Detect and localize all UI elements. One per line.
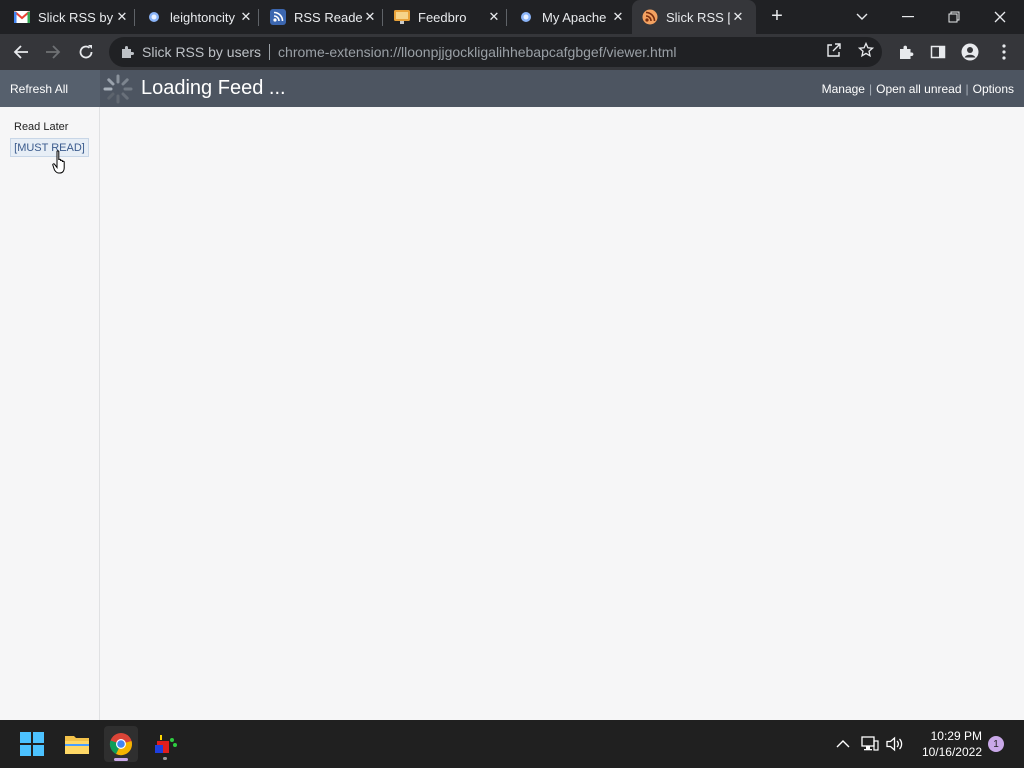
link-separator: |	[868, 82, 873, 96]
reload-icon[interactable]	[73, 39, 99, 65]
side-panel-icon[interactable]	[925, 39, 951, 65]
back-arrow-icon[interactable]	[8, 39, 34, 65]
windows-taskbar: 10:29 PM 10/16/2022	[0, 720, 1024, 768]
slick-rss-icon	[642, 9, 658, 25]
address-bar[interactable]: Slick RSS by users chrome-extension://ll…	[109, 37, 882, 67]
feed-title: Loading Feed ...	[141, 77, 286, 99]
network-icon[interactable]	[860, 734, 880, 754]
close-tab-icon[interactable]: ✕	[238, 9, 254, 25]
active-app-indicator	[114, 758, 128, 761]
open-all-unread-link[interactable]: Open all unread	[876, 82, 961, 96]
close-window-icon[interactable]	[987, 4, 1013, 30]
extensions-puzzle-icon[interactable]	[893, 39, 919, 65]
chrome-taskbar-icon[interactable]	[104, 726, 138, 762]
feeds-sidebar: Read Later [MUST READ]	[0, 107, 100, 720]
clock-time: 10:29 PM	[930, 729, 982, 743]
volume-icon[interactable]	[885, 734, 905, 754]
site-name: Slick RSS by users	[142, 44, 262, 60]
tab-divider	[258, 9, 259, 26]
browser-toolbar: Slick RSS by users chrome-extension://ll…	[0, 34, 1024, 70]
tab-leightoncity[interactable]: leightoncity ✕	[146, 0, 254, 34]
tab-title: Feedbro	[418, 9, 467, 25]
share-icon[interactable]	[823, 39, 845, 61]
read-later-heading[interactable]: Read Later	[14, 121, 68, 133]
tab-rss-reader[interactable]: RSS Reader ✕	[270, 0, 378, 34]
sidebar-item-must-read[interactable]: [MUST READ]	[10, 138, 89, 157]
tab-divider	[134, 9, 135, 26]
close-tab-icon[interactable]: ✕	[486, 9, 502, 25]
close-tab-icon[interactable]: ✕	[362, 9, 378, 25]
restore-icon[interactable]	[941, 4, 967, 30]
show-hidden-icons-chevron-icon[interactable]	[833, 734, 853, 754]
tab-title: RSS Reader	[294, 9, 362, 25]
profile-avatar-icon[interactable]	[957, 39, 983, 65]
tab-title: Slick RSS by	[38, 9, 114, 25]
url-text: chrome-extension://lloonpjjgockligalihhe…	[278, 44, 677, 60]
rss-reader-icon	[270, 9, 286, 25]
bookmark-star-icon[interactable]	[855, 39, 877, 61]
feedbro-icon	[394, 9, 410, 25]
omnibox-divider	[269, 44, 271, 60]
close-tab-icon[interactable]: ✕	[114, 9, 130, 25]
globe-icon	[518, 9, 534, 25]
running-app-indicator	[163, 757, 167, 760]
tab-title: Slick RSS [[	[666, 9, 730, 25]
tab-title: leightoncity	[170, 9, 236, 25]
options-link[interactable]: Options	[973, 82, 1014, 96]
tab-search-chevron-icon[interactable]	[849, 4, 875, 30]
tab-title: My Apache	[542, 9, 607, 25]
tab-divider	[506, 9, 507, 26]
file-explorer-icon[interactable]	[60, 726, 94, 762]
gmail-icon	[14, 9, 30, 25]
refresh-all-button[interactable]: Refresh All	[0, 70, 100, 107]
forward-arrow-icon[interactable]	[40, 39, 66, 65]
hand-cursor-icon	[52, 150, 65, 174]
globe-icon	[146, 9, 162, 25]
taskbar-clock[interactable]: 10:29 PM 10/16/2022	[910, 728, 982, 760]
link-separator: |	[965, 82, 969, 96]
new-tab-button[interactable]: +	[767, 6, 787, 27]
tab-feedbro[interactable]: Feedbro ✕	[394, 0, 502, 34]
tab-slick-rss-1[interactable]: Slick RSS by ✕	[14, 0, 130, 34]
more-menu-icon[interactable]	[991, 39, 1017, 65]
tab-strip: Slick RSS by ✕ leightoncity ✕ RSS Reader…	[0, 0, 1024, 34]
close-tab-icon[interactable]: ✕	[730, 9, 746, 25]
header-links: Manage | Open all unread | Options	[822, 82, 1014, 96]
clock-date: 10/16/2022	[921, 745, 982, 759]
extension-puzzle-icon	[120, 45, 134, 59]
slick-rss-viewer: Refresh All Loading Feed ... Manage | Op…	[0, 70, 1024, 720]
minimize-icon[interactable]	[895, 4, 921, 30]
windows-start-icon[interactable]	[15, 726, 49, 762]
close-tab-icon[interactable]: ✕	[610, 9, 626, 25]
manage-link[interactable]: Manage	[822, 82, 865, 96]
viewer-header: Refresh All Loading Feed ... Manage | Op…	[0, 70, 1024, 107]
tab-slick-rss-active[interactable]: Slick RSS [[ ✕	[632, 0, 756, 34]
notification-badge[interactable]: 1	[988, 736, 1004, 752]
tab-my-apache[interactable]: My Apache ✕	[518, 0, 626, 34]
paint-app-icon[interactable]	[148, 726, 182, 762]
tab-divider	[382, 9, 383, 26]
loading-spinner-icon	[103, 74, 133, 104]
